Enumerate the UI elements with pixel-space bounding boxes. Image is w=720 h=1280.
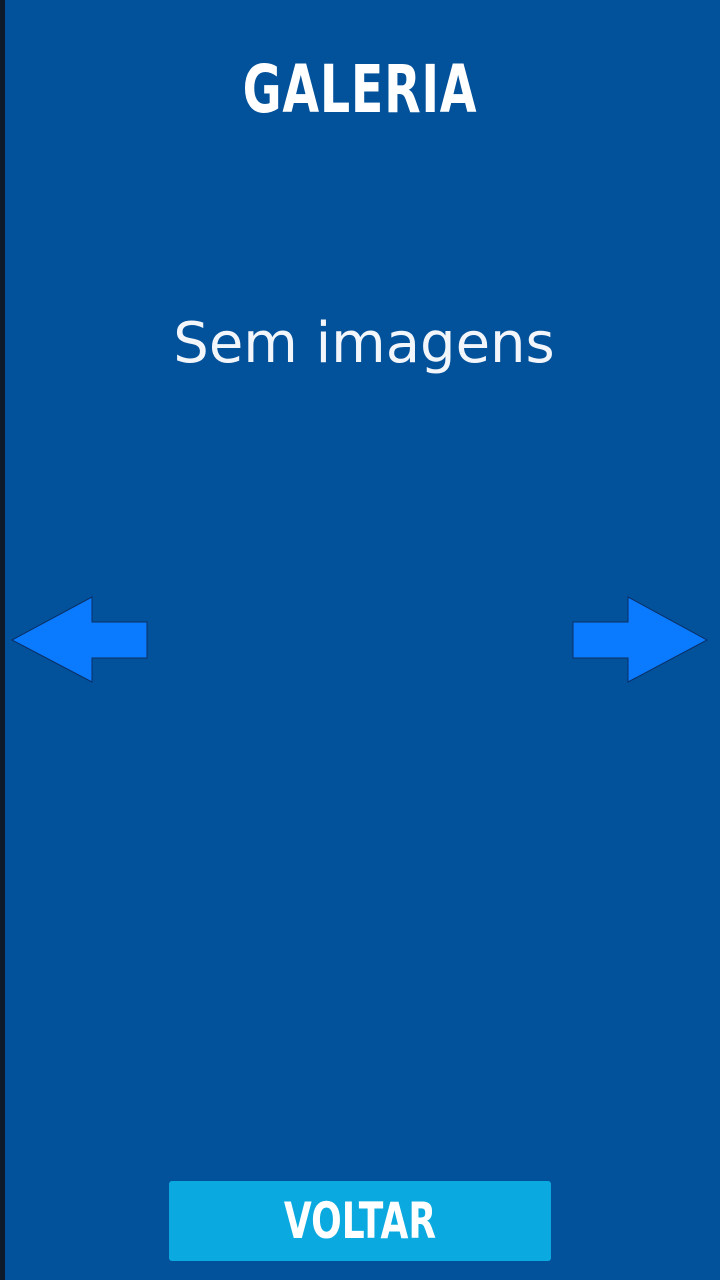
empty-gallery-message: Sem imagens	[173, 311, 555, 376]
previous-image-button[interactable]	[10, 596, 150, 684]
arrow-right-icon	[572, 596, 709, 683]
back-button[interactable]: VOLTAR	[169, 1181, 551, 1261]
back-button-label: VOLTAR	[283, 1192, 437, 1250]
next-image-button[interactable]	[570, 596, 710, 684]
arrow-left-icon	[10, 596, 148, 683]
page-title: GALERIA	[242, 51, 478, 128]
